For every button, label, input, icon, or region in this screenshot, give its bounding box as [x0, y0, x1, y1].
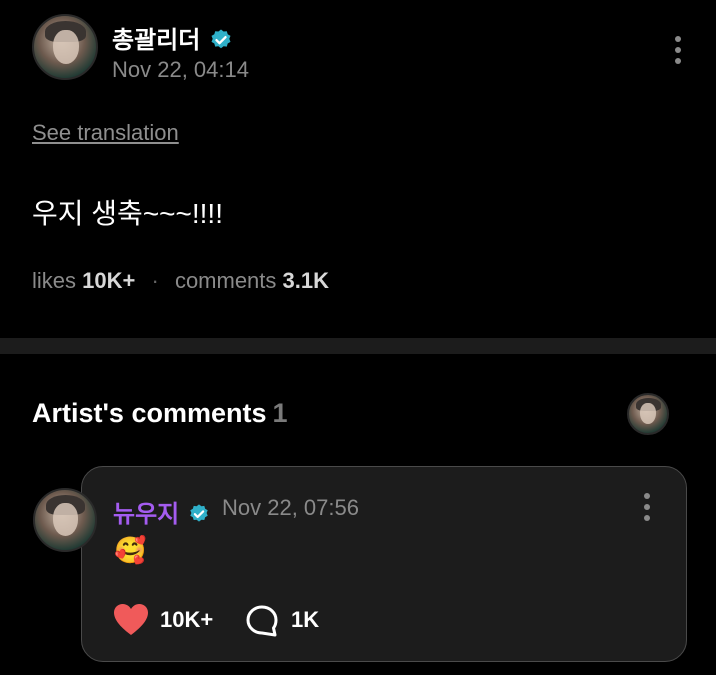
artist-filter-avatar[interactable]	[627, 393, 669, 435]
comment-date: Nov 22, 07:56	[222, 495, 359, 520]
avatar-face	[640, 403, 657, 425]
likes-label: likes	[32, 268, 77, 293]
comment-like-count: 10K+	[160, 607, 214, 632]
comments-count[interactable]: 3.1K	[283, 268, 329, 293]
commenter[interactable]: 뉴우지	[113, 494, 210, 529]
post-stats: likes 10K+ · comments 3.1K	[32, 268, 329, 294]
commenter-avatar[interactable]	[33, 488, 97, 552]
post-more-options-icon[interactable]	[675, 36, 681, 69]
separator-dot: ·	[151, 268, 159, 293]
post-date: Nov 22, 04:14	[112, 57, 249, 82]
comments-label: comments	[174, 268, 277, 293]
comment-more-options-icon[interactable]	[644, 493, 650, 526]
section-divider	[0, 338, 716, 354]
see-translation-link[interactable]: See translation	[32, 120, 179, 146]
artist-comments-title: Artist's comments 1	[32, 398, 288, 429]
likes-count[interactable]: 10K+	[82, 268, 135, 293]
comment-body: 🥰	[114, 535, 147, 565]
commenter-name: 뉴우지	[113, 501, 180, 528]
post-author-name: 총괄리더	[112, 27, 201, 54]
verified-badge-icon	[190, 504, 208, 522]
comment-bubble-icon[interactable]	[245, 604, 279, 638]
avatar-face	[52, 29, 79, 64]
artist-comments-count: 1	[272, 398, 288, 428]
comment-reply-count: 1K	[291, 607, 320, 632]
post-body: 우지 생축~~~!!!!	[32, 198, 223, 229]
heart-icon[interactable]	[113, 603, 149, 637]
post-author[interactable]: 총괄리더	[112, 20, 233, 55]
verified-badge-icon	[211, 29, 231, 48]
author-avatar[interactable]	[32, 14, 98, 80]
avatar-face	[53, 503, 79, 537]
artist-comments-label: Artist's comments	[32, 398, 267, 428]
